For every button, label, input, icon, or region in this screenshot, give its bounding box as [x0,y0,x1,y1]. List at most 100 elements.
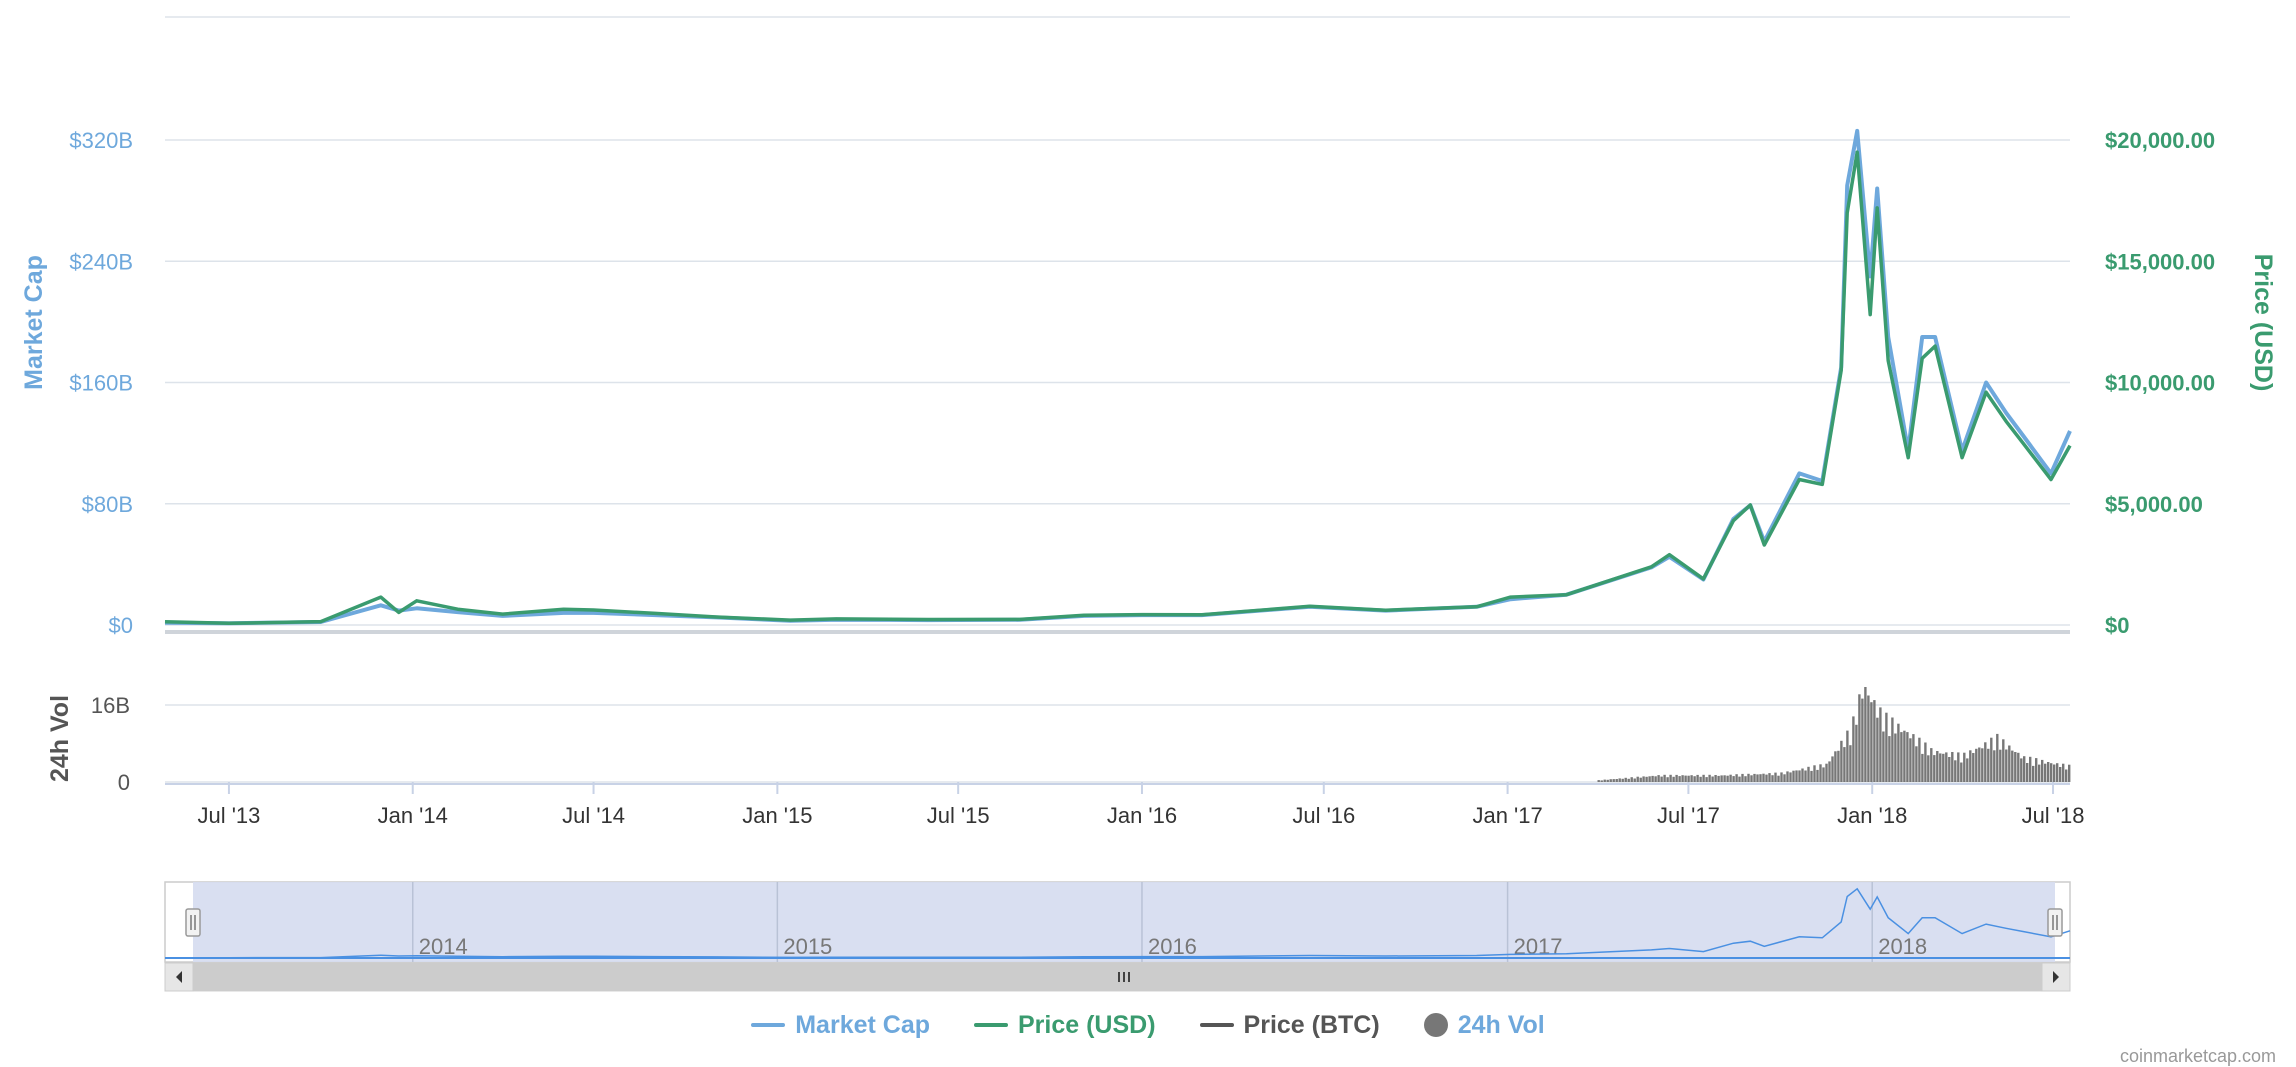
volume-bar [1699,776,1702,782]
volume-bar [1714,775,1717,782]
volume-bar [1918,737,1921,782]
volume-bar [1840,740,1843,782]
volume-bar [1897,723,1900,782]
volume-bar [1810,770,1813,782]
volume-bar [1597,780,1600,782]
volume-bar [1912,734,1915,782]
volume-bar [1987,748,1990,782]
scroll-left-button[interactable] [164,962,194,992]
volume-bar [1648,776,1651,782]
navigator-year-label: 2018 [1878,934,1927,959]
volume-bar [1645,776,1648,782]
volume-bar [2047,762,2050,782]
volume-bar [1867,695,1870,782]
volume-bar [1669,774,1672,782]
y-left-tick-label: $240B [69,249,133,274]
volume-bar [1786,771,1789,782]
volume-bar [1624,777,1627,782]
volume-bar [1750,775,1753,782]
volume-bar [1678,776,1681,782]
y-right-tick-label: $20,000.00 [2105,128,2215,153]
volume-tick-label: 16B [91,693,130,718]
legend-item-price-btc[interactable]: Price (BTC) [1199,1011,1380,1040]
volume-bar [1882,731,1885,782]
volume-bars [1597,687,2071,782]
volume-bar [1990,737,1993,782]
volume-bar [1711,776,1714,782]
legend-label: 24h Vol [1457,1010,1545,1039]
volume-bar [1972,753,1975,782]
volume-bar [1789,772,1792,782]
volume-bar [1957,752,1960,782]
volume-bar [2005,749,2008,782]
volume-bar [1996,733,1999,782]
y-left-tick-label: $0 [109,613,133,638]
volume-bar [1942,753,1945,782]
volume-bar [1603,779,1606,782]
volume-bar [1612,779,1615,782]
volume-bar [1741,773,1744,782]
volume-bar [1708,774,1711,782]
volume-bar [1627,778,1630,782]
volume-bar [1759,774,1762,782]
x-tick-label: Jan '14 [378,803,448,828]
volume-bar [1651,775,1654,782]
volume-bar [1837,750,1840,782]
legend-label: Market Cap [795,1010,930,1039]
volume-bar [1792,770,1795,782]
y-right-tick-label: $10,000.00 [2105,371,2215,396]
navigator[interactable]: 2014 2015 2016 2017 2018 [164,881,2071,992]
legend-item-price-usd[interactable]: Price (USD) [974,1011,1156,1040]
volume-bar [1732,776,1735,782]
volume-bar [1903,730,1906,782]
volume-bar [1948,757,1951,782]
legend-item-volume[interactable]: 24h Vol [1423,1010,1545,1040]
navigator-scrollbar[interactable] [164,962,2071,992]
volume-bar [1807,766,1810,782]
legend-label: Price (USD) [1018,1010,1156,1039]
x-tick-label: Jul '18 [2022,803,2085,828]
series-lines [164,128,2072,626]
x-tick-label: Jan '17 [1472,803,1542,828]
volume-bar [2059,767,2062,782]
volume-bar [1660,776,1663,782]
volume-bar [1966,758,1969,782]
volume-bar [1864,687,1867,782]
grid-lines [165,16,2070,794]
volume-bar [1636,776,1639,782]
volume-bar [1801,768,1804,782]
volume-bar [1975,748,1978,782]
legend-item-market-cap[interactable]: Market Cap [751,1011,930,1040]
volume-bar [1849,745,1852,782]
volume-bar [1876,717,1879,782]
volume-bar [2068,764,2071,782]
volume-bar [1909,738,1912,782]
x-tick-label: Jul '15 [927,803,990,828]
market-cap-line [164,128,2072,626]
x-tick-label: Jul '14 [562,803,625,828]
volume-bar [1861,698,1864,782]
volume-bar [1894,733,1897,782]
volume-bar [1873,700,1876,782]
navigator-handle-left[interactable] [185,908,201,937]
volume-bar [1696,774,1699,782]
volume-bar [2038,764,2041,782]
volume-bar [1939,753,1942,782]
volume-bar [1981,748,1984,782]
scroll-right-button[interactable] [2041,962,2071,992]
navigator-handle-right[interactable] [2047,908,2063,937]
volume-bar [1834,751,1837,782]
volume-bar [1945,752,1948,782]
volume-bar [2029,756,2032,782]
navigator-year-label: 2017 [1514,934,1563,959]
volume-bar [1963,752,1966,782]
volume-bar [1738,776,1741,782]
volume-bar [1729,774,1732,782]
volume-bar [1795,770,1798,782]
volume-bar [1723,775,1726,782]
volume-bar [1600,780,1603,782]
volume-bar [1720,775,1723,782]
navigator-year-label: 2016 [1148,934,1197,959]
x-tick-label: Jan '15 [742,803,812,828]
y-right-tick-label: $0 [2105,613,2129,638]
